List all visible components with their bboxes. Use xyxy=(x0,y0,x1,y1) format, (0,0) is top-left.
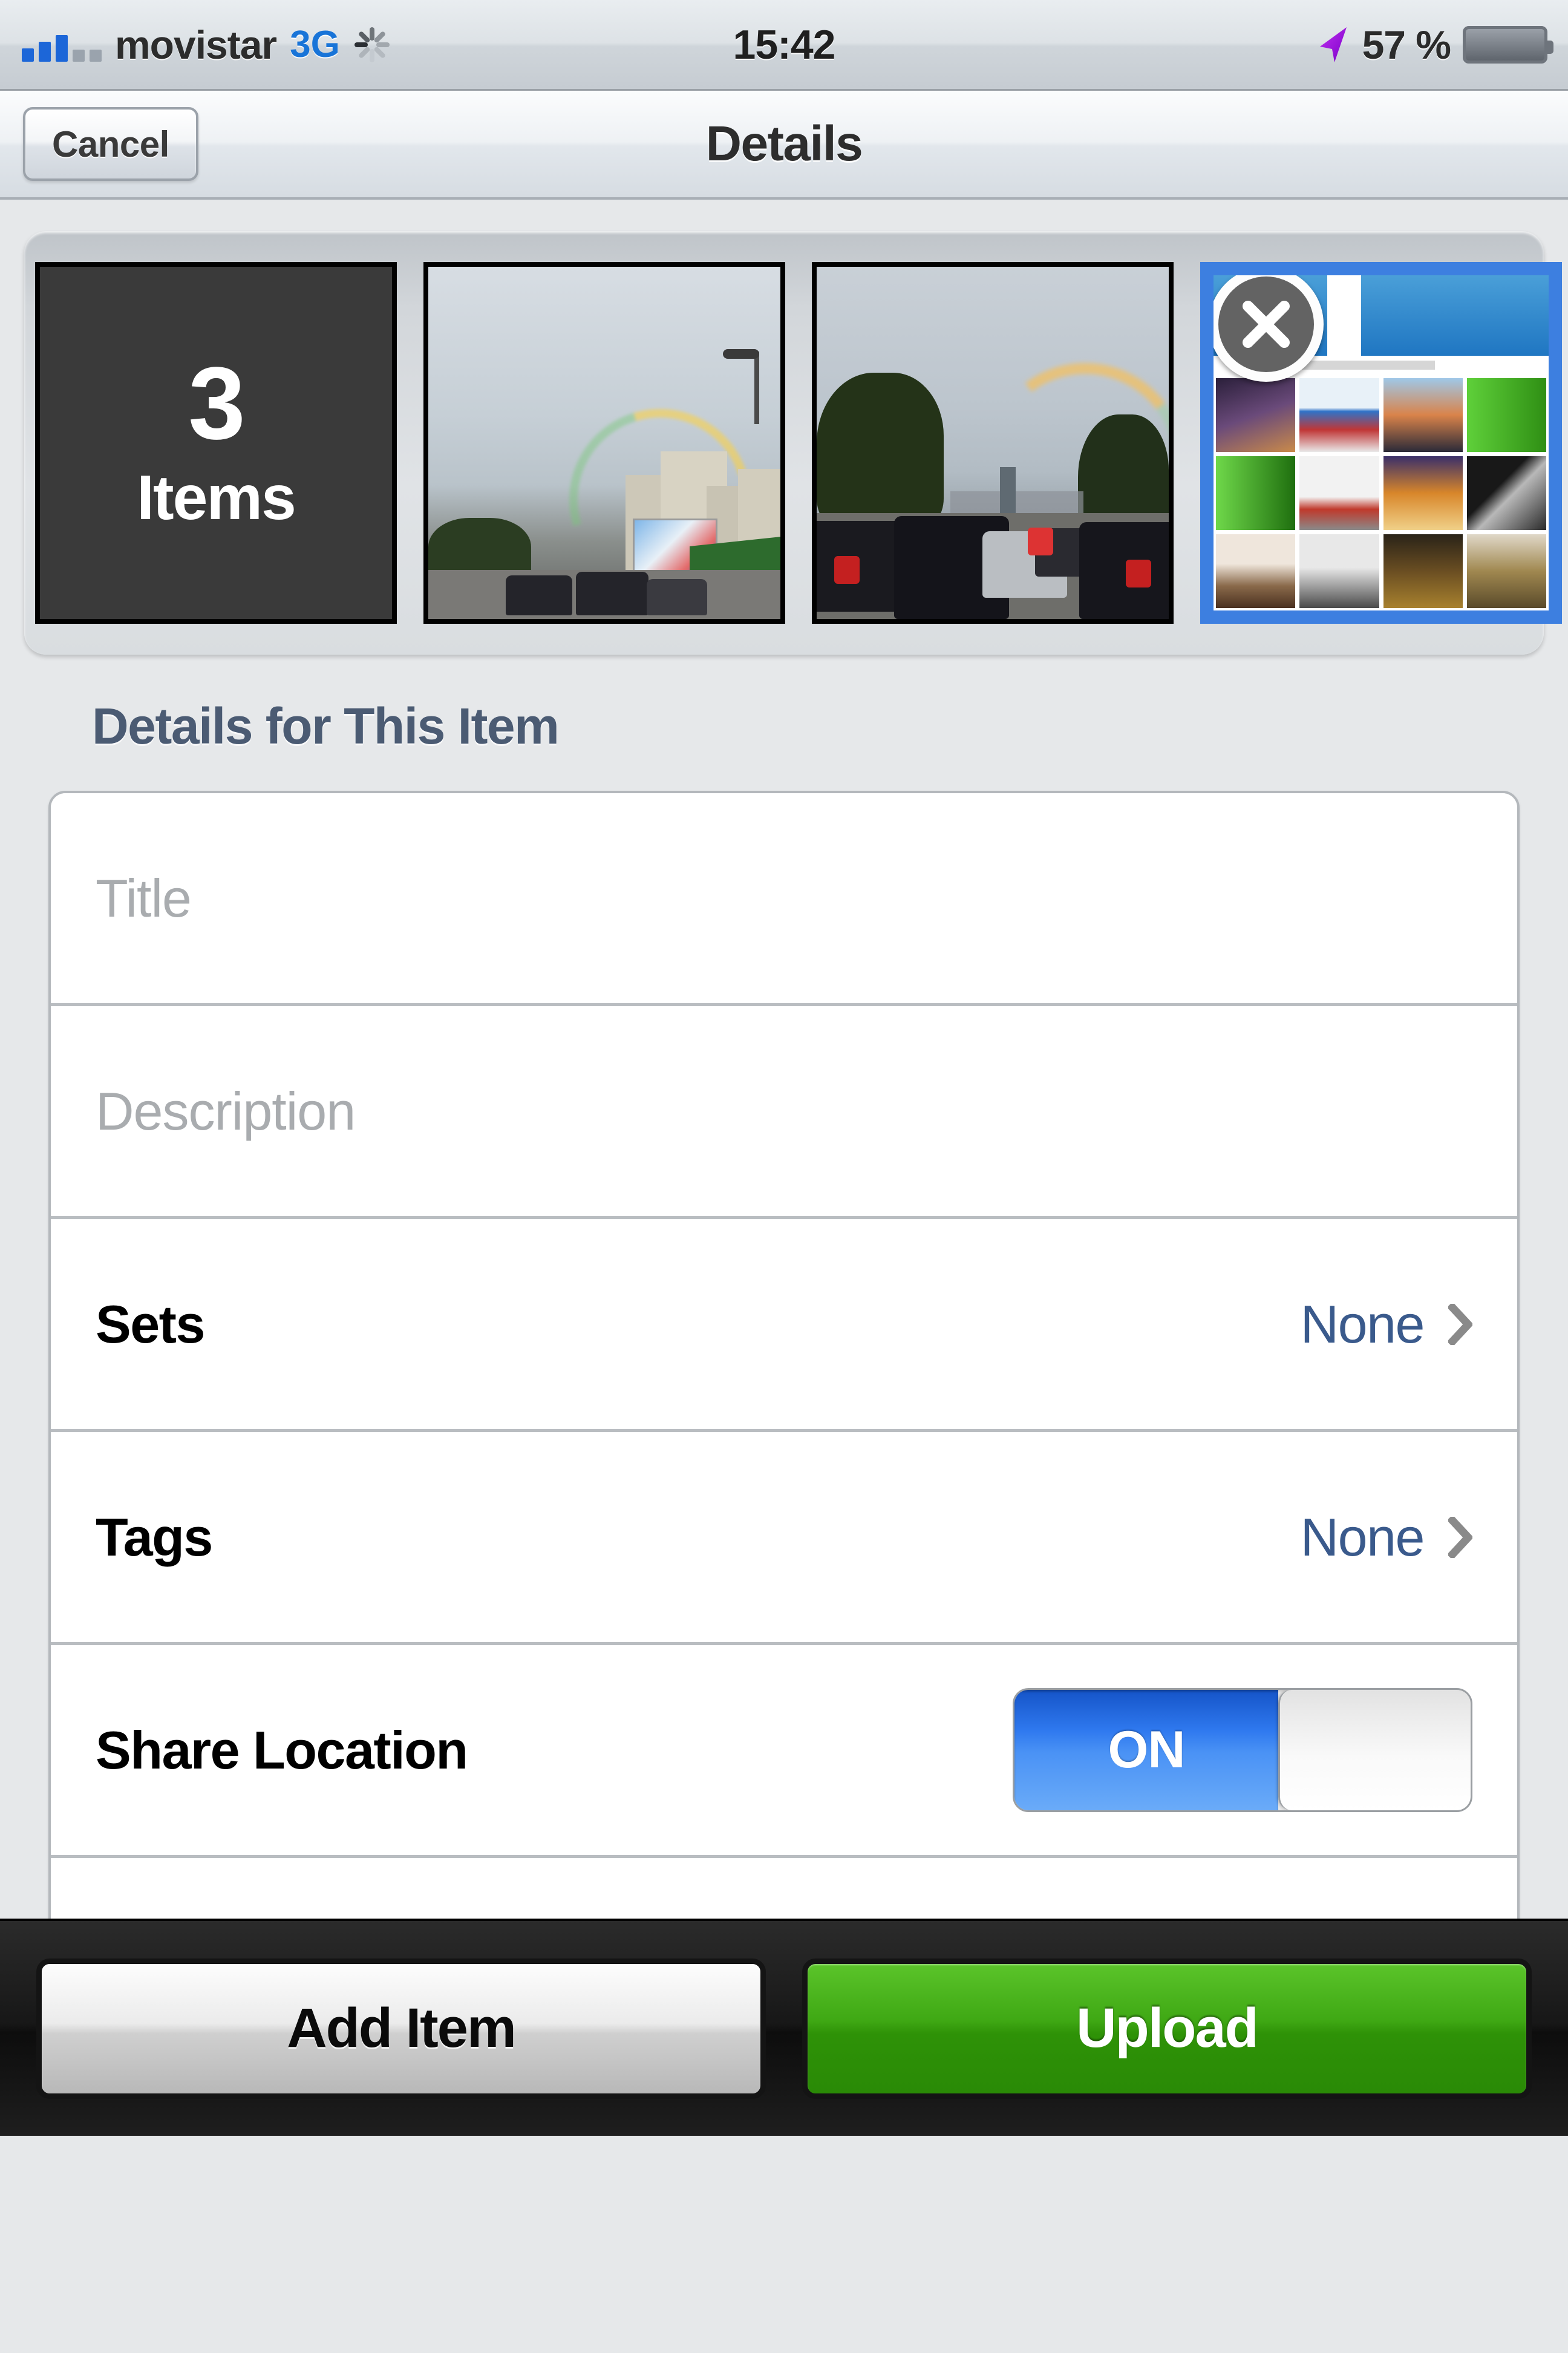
share-location-label: Share Location xyxy=(96,1720,468,1780)
section-header: Details for This Item xyxy=(92,698,560,754)
navigation-bar: Cancel Details xyxy=(0,91,1568,200)
title-row[interactable]: Title xyxy=(51,793,1517,1006)
description-row[interactable]: Description xyxy=(51,1006,1517,1219)
item-count-tile: 3 Items xyxy=(35,262,397,624)
sets-value-group: None xyxy=(1301,1294,1472,1355)
page-title: Details xyxy=(705,116,863,171)
chevron-right-icon xyxy=(1448,1303,1472,1345)
sets-label: Sets xyxy=(96,1294,205,1354)
thumbnail-image xyxy=(817,267,1169,619)
close-x-icon[interactable] xyxy=(1214,275,1324,382)
tags-label: Tags xyxy=(96,1507,213,1567)
share-location-row[interactable]: Share Location ON xyxy=(51,1645,1517,1858)
tags-row[interactable]: Tags None xyxy=(51,1432,1517,1645)
share-location-toggle[interactable]: ON xyxy=(1013,1688,1472,1812)
thumbnail-strip[interactable]: 3 Items xyxy=(24,231,1562,655)
toggle-on-track: ON xyxy=(1014,1690,1278,1810)
thumbnail-photo-grid-screenshot[interactable] xyxy=(1200,262,1562,624)
content-scroll-area[interactable]: 3 Items Details for This Item Title Desc… xyxy=(0,200,1568,2136)
tags-value-group: None xyxy=(1301,1507,1472,1568)
description-input-placeholder[interactable]: Description xyxy=(96,1081,356,1142)
thumbnail-highway-traffic-rainbow[interactable] xyxy=(812,262,1174,624)
battery-icon xyxy=(1463,25,1553,64)
add-item-button[interactable]: Add Item xyxy=(36,1958,766,2099)
item-count-number: 3 xyxy=(188,345,246,461)
details-form-group: Title Description Sets None Tags None Sh… xyxy=(48,791,1520,1951)
item-count-label: Items xyxy=(137,462,296,533)
bottom-toolbar: Add Item Upload xyxy=(0,1919,1568,2136)
sets-row[interactable]: Sets None xyxy=(51,1219,1517,1432)
toggle-state-label: ON xyxy=(1108,1721,1186,1779)
chevron-right-icon xyxy=(1448,1516,1472,1558)
location-arrow-icon xyxy=(1316,26,1350,64)
title-input-placeholder[interactable]: Title xyxy=(96,868,192,929)
status-bar: movistar 3G 15:42 57 % xyxy=(0,0,1568,91)
toggle-knob[interactable] xyxy=(1278,1690,1471,1810)
share-location-control: ON xyxy=(1013,1688,1472,1812)
upload-button[interactable]: Upload xyxy=(802,1958,1532,2099)
sets-value: None xyxy=(1300,1294,1425,1354)
tags-value: None xyxy=(1300,1507,1425,1567)
thumbnail-image xyxy=(428,267,780,619)
thumbnail-city-street-rainbow[interactable] xyxy=(423,262,785,624)
